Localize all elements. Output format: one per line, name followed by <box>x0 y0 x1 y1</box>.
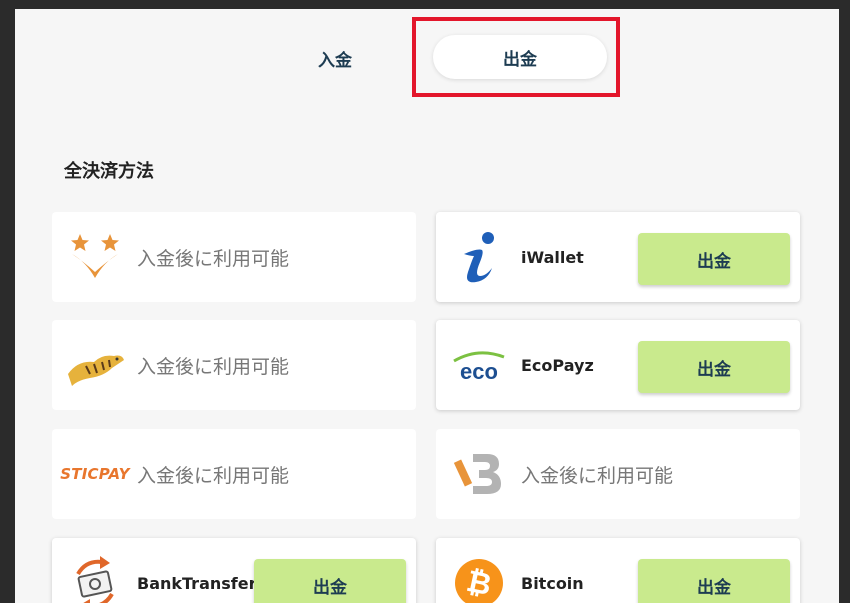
method-name: BankTransfer <box>137 573 257 593</box>
payment-card-sticpay: STICPAY 入金後に利用可能 <box>52 429 416 519</box>
payment-card-star: 入金後に利用可能 <box>52 212 416 302</box>
status-text: 入金後に利用可能 <box>137 247 290 270</box>
withdraw-button-iwallet[interactable]: 出金 <box>638 233 790 285</box>
sticpay-logo-text: STICPAY <box>60 465 130 483</box>
method-name: iWallet <box>521 247 584 267</box>
payment-card-ecopayz: eco EcoPayz 出金 <box>436 320 800 410</box>
payment-panel: 入金 出金 全決済方法 入金後に利用可能 iWallet 出金 入金後に利用可能… <box>15 9 839 603</box>
status-text: 入金後に利用可能 <box>137 464 290 487</box>
ecopayz-logo-icon: eco <box>448 334 510 396</box>
payment-card-tiger: 入金後に利用可能 <box>52 320 416 410</box>
tab-deposit[interactable]: 入金 <box>315 43 355 73</box>
payment-card-banktransfer: BankTransfer 出金 <box>52 538 416 603</box>
payment-card-bitwallet: 入金後に利用可能 <box>436 429 800 519</box>
sticpay-logo-icon: STICPAY <box>60 443 129 505</box>
iwallet-logo-icon <box>448 226 510 288</box>
withdraw-button-bitcoin[interactable]: 出金 <box>638 559 790 603</box>
payment-card-bitcoin: ₿ Bitcoin 出金 <box>436 538 800 603</box>
section-title: 全決済方法 <box>64 161 154 182</box>
ecopayz-logo-text: eco <box>460 359 498 384</box>
bitwallet-logo-icon <box>448 443 510 505</box>
bitcoin-logo-icon: ₿ <box>448 552 510 603</box>
payment-card-iwallet: iWallet 出金 <box>436 212 800 302</box>
withdraw-button-banktransfer[interactable]: 出金 <box>254 559 406 603</box>
status-text: 入金後に利用可能 <box>521 464 674 487</box>
withdraw-button-ecopayz[interactable]: 出金 <box>638 341 790 393</box>
bank-transfer-icon <box>64 552 126 603</box>
method-name: EcoPayz <box>521 355 594 375</box>
star-v-logo-icon <box>64 226 126 288</box>
tiger-logo-icon <box>64 334 126 396</box>
status-text: 入金後に利用可能 <box>137 355 290 378</box>
method-name: Bitcoin <box>521 573 584 593</box>
highlight-box <box>412 17 620 97</box>
